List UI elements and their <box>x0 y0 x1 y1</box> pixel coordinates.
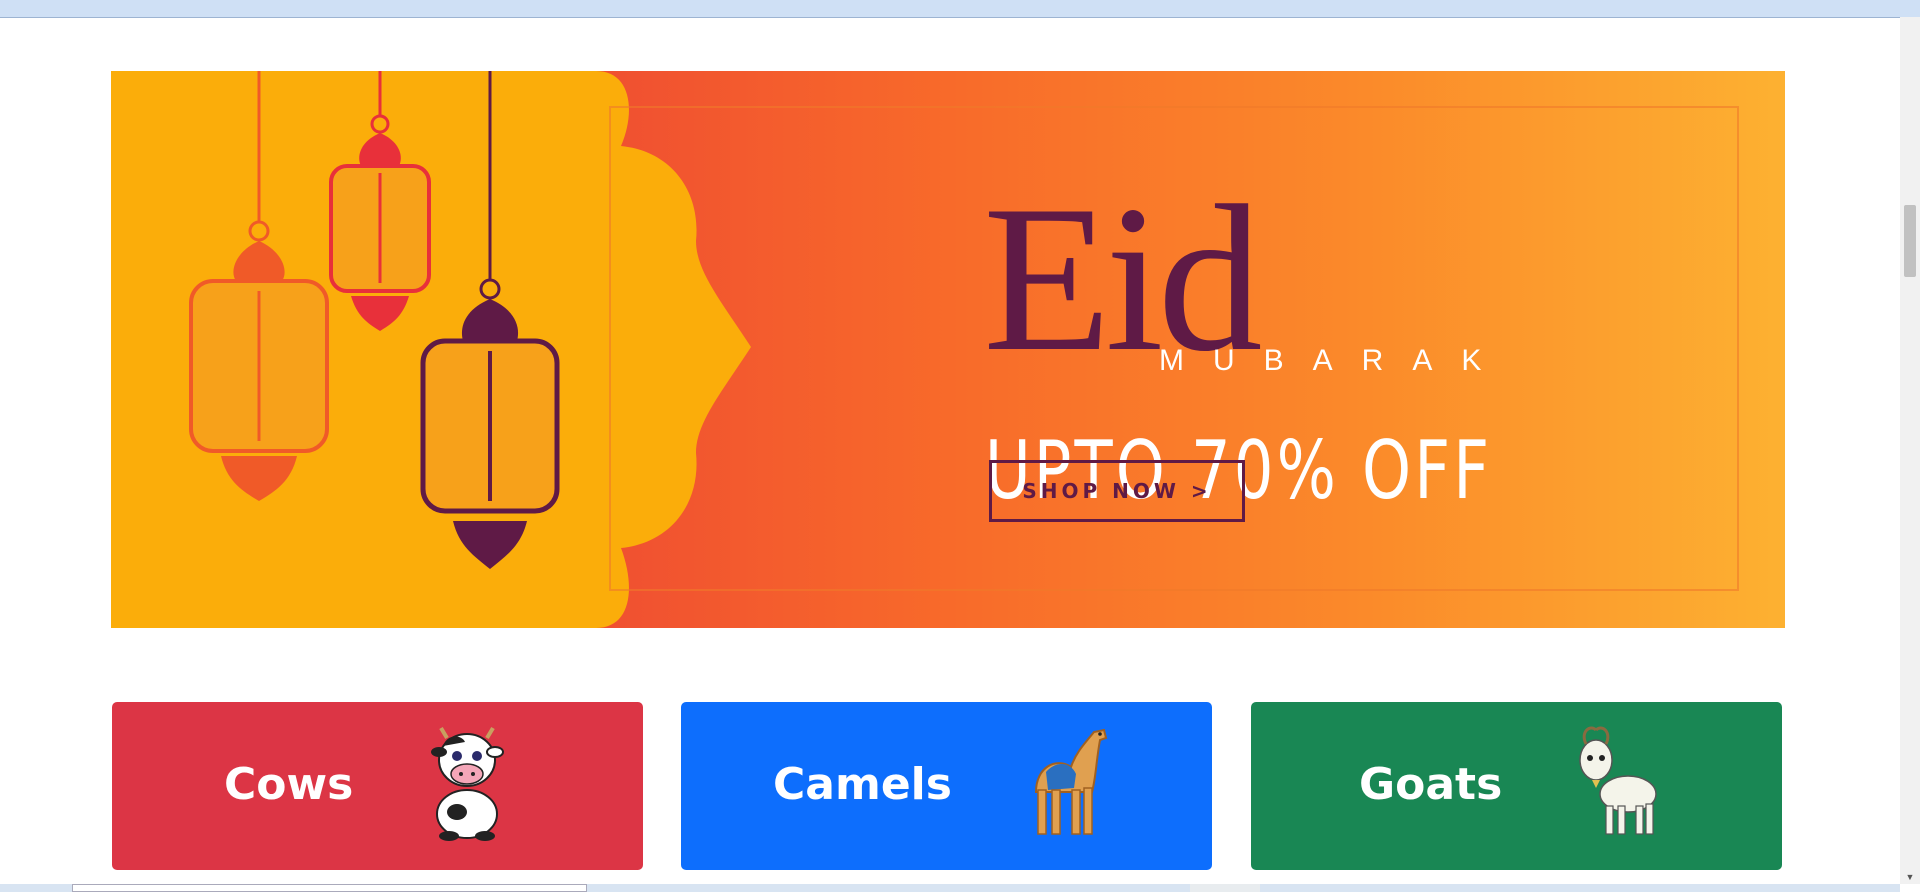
category-card-goats[interactable]: Goats <box>1251 702 1782 870</box>
browser-top-strip <box>0 0 1920 18</box>
category-card-cows[interactable]: Cows <box>112 702 643 870</box>
category-label: Cows <box>224 759 354 810</box>
taskbar-window <box>72 884 587 892</box>
bottom-browser-strip <box>0 884 1900 892</box>
category-card-camels[interactable]: Camels <box>681 702 1212 870</box>
scroll-down-arrow-icon[interactable]: ▼ <box>1904 872 1916 882</box>
eid-subtitle: MUBARAK <box>1159 344 1511 377</box>
category-label: Camels <box>773 759 952 810</box>
goat-icon <box>1579 726 1657 835</box>
camel-icon <box>1034 728 1108 835</box>
eid-promo-banner[interactable]: Eid MUBARAK UPTO 70% OFF SHOP NOW > <box>111 71 1785 628</box>
category-label: Goats <box>1359 759 1503 810</box>
scroll-thumb[interactable] <box>1904 205 1916 277</box>
vertical-scrollbar[interactable]: ▼ <box>1900 17 1920 884</box>
shop-now-button[interactable]: SHOP NOW > <box>989 460 1245 522</box>
taskbar-window <box>1190 884 1260 892</box>
cow-icon <box>431 726 504 841</box>
